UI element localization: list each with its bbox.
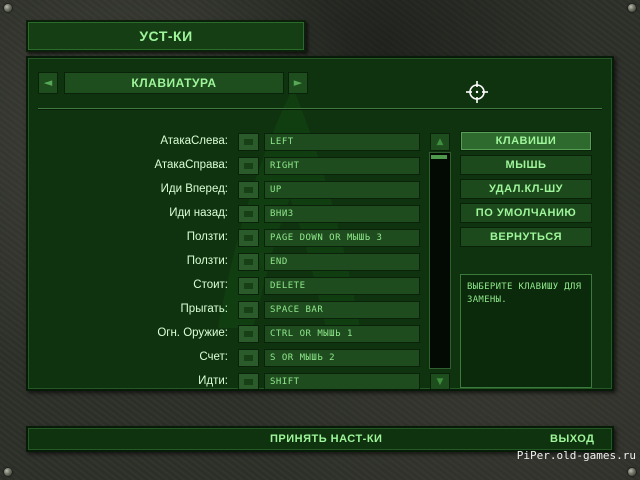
rivet: [4, 4, 12, 12]
scroll-down-arrow-icon[interactable]: ▼: [430, 373, 450, 389]
keybinding-select-toggle[interactable]: [238, 373, 259, 389]
keybinding-action-label: Идти:: [198, 375, 228, 387]
keybinding-row: Счет: S OR МЫШЬ 2: [28, 348, 428, 367]
keybinding-row: Иди назад: ВНИЗ: [28, 204, 428, 223]
scrollbar-track[interactable]: [429, 152, 451, 369]
settings-panel: ◄ КЛАВИАТУРА ► АтакаСлева: LEFT АтакаСправ…: [26, 56, 614, 391]
keybinding-select-toggle[interactable]: [238, 277, 259, 295]
keybinding-action-label: АтакаСправа:: [154, 159, 228, 171]
keybinding-key-field[interactable]: SPACE BAR: [264, 301, 420, 319]
tab-next-arrow-icon[interactable]: ►: [288, 72, 308, 94]
keybinding-key-value: RIGHT: [270, 161, 300, 171]
keybinding-row: Огн. Оружие: CTRL OR МЫШЬ 1: [28, 324, 428, 343]
keybinding-select-toggle[interactable]: [238, 349, 259, 367]
keybinding-key-value: DELETE: [270, 281, 306, 291]
keybinding-row: Иди Вперед: UP: [28, 180, 428, 199]
delete-key-button-label: УДАЛ.КЛ-ШУ: [489, 183, 563, 195]
keybinding-action-label: Стоит:: [193, 279, 228, 291]
keybinding-key-value: END: [270, 257, 288, 267]
keybinding-key-value: S OR МЫШЬ 2: [270, 353, 336, 363]
keybinding-key-field[interactable]: SHIFT: [264, 373, 420, 389]
keybinding-action-label: Ползти:: [186, 255, 228, 267]
keys-button[interactable]: КЛАВИШИ: [460, 131, 592, 151]
tab-current-label: КЛАВИАТУРА: [131, 76, 217, 90]
exit-button[interactable]: ВЫХОД: [550, 428, 595, 450]
keybinding-key-value: ВНИЗ: [270, 209, 294, 219]
keybinding-action-label: Счет:: [199, 351, 228, 363]
page-title: УСТ-КИ: [139, 28, 193, 44]
divider: [38, 108, 602, 109]
keybinding-key-field[interactable]: DELETE: [264, 277, 420, 295]
keybinding-select-toggle[interactable]: [238, 205, 259, 223]
delete-key-button[interactable]: УДАЛ.КЛ-ШУ: [460, 179, 592, 199]
apply-settings-button[interactable]: ПРИНЯТЬ НАСТ-КИ: [270, 428, 382, 450]
keybinding-action-label: Иди назад:: [169, 207, 228, 219]
keybinding-key-value: PAGE DOWN OR МЫШЬ 3: [270, 233, 383, 243]
keybinding-key-field[interactable]: CTRL OR МЫШЬ 1: [264, 325, 420, 343]
keybinding-row: АтакаСправа: RIGHT: [28, 156, 428, 175]
keybinding-action-label: Прыгать:: [180, 303, 228, 315]
keybinding-action-label: АтакаСлева:: [160, 135, 228, 147]
tab-current[interactable]: КЛАВИАТУРА: [64, 72, 284, 94]
keybinding-key-field[interactable]: LEFT: [264, 133, 420, 151]
keybinding-key-value: UP: [270, 185, 282, 195]
keys-button-label: КЛАВИШИ: [495, 135, 557, 147]
keybinding-select-toggle[interactable]: [238, 181, 259, 199]
keybinding-select-toggle[interactable]: [238, 229, 259, 247]
keybinding-row: Идти: SHIFT: [28, 372, 428, 389]
defaults-button-label: ПО УМОЛЧАНИЮ: [475, 207, 577, 219]
keybinding-select-toggle[interactable]: [238, 157, 259, 175]
return-button-label: ВЕРНУТЬСЯ: [489, 231, 563, 243]
tab-selector: ◄ КЛАВИАТУРА ►: [38, 72, 308, 94]
keybinding-select-toggle[interactable]: [238, 301, 259, 319]
keybinding-row: Ползти: PAGE DOWN OR МЫШЬ 3: [28, 228, 428, 247]
keybinding-row: Ползти: END: [28, 252, 428, 271]
header-panel: УСТ-КИ: [26, 20, 306, 52]
return-button[interactable]: ВЕРНУТЬСЯ: [460, 227, 592, 247]
hint-text: ВЫБЕРИТЕ КЛАВИШУ ДЛЯ ЗАМЕНЫ.: [467, 282, 582, 305]
keybinding-key-value: SHIFT: [270, 377, 300, 387]
keybinding-key-field[interactable]: S OR МЫШЬ 2: [264, 349, 420, 367]
keybinding-key-field[interactable]: END: [264, 253, 420, 271]
keybinding-select-toggle[interactable]: [238, 133, 259, 151]
keybinding-action-label: Огн. Оружие:: [157, 327, 228, 339]
keybinding-action-label: Иди Вперед:: [160, 183, 228, 195]
site-watermark: PiPer.old-games.ru: [516, 449, 636, 462]
keybinding-key-value: CTRL OR МЫШЬ 1: [270, 329, 353, 339]
keybinding-key-value: SPACE BAR: [270, 305, 324, 315]
keybinding-key-field[interactable]: ВНИЗ: [264, 205, 420, 223]
keybinding-select-toggle[interactable]: [238, 325, 259, 343]
keybinding-action-label: Ползти:: [186, 231, 228, 243]
keybinding-row: АтакаСлева: LEFT: [28, 132, 428, 151]
keybinding-key-field[interactable]: PAGE DOWN OR МЫШЬ 3: [264, 229, 420, 247]
keybinding-row: Стоит: DELETE: [28, 276, 428, 295]
hint-box: ВЫБЕРИТЕ КЛАВИШУ ДЛЯ ЗАМЕНЫ.: [460, 274, 592, 388]
mouse-button-label: МЫШЬ: [505, 159, 547, 171]
crosshair-cursor-icon: [466, 81, 488, 103]
keybinding-row: Прыгать: SPACE BAR: [28, 300, 428, 319]
defaults-button[interactable]: ПО УМОЛЧАНИЮ: [460, 203, 592, 223]
rivet: [4, 468, 12, 476]
keybinding-select-toggle[interactable]: [238, 253, 259, 271]
keybinding-key-field[interactable]: RIGHT: [264, 157, 420, 175]
scroll-up-arrow-icon[interactable]: ▲: [430, 133, 450, 151]
tab-prev-arrow-icon[interactable]: ◄: [38, 72, 58, 94]
keybinding-key-value: LEFT: [270, 137, 294, 147]
scrollbar-thumb[interactable]: [431, 155, 447, 159]
rivet: [628, 468, 636, 476]
keybinding-key-field[interactable]: UP: [264, 181, 420, 199]
mouse-button[interactable]: МЫШЬ: [460, 155, 592, 175]
rivet: [628, 4, 636, 12]
